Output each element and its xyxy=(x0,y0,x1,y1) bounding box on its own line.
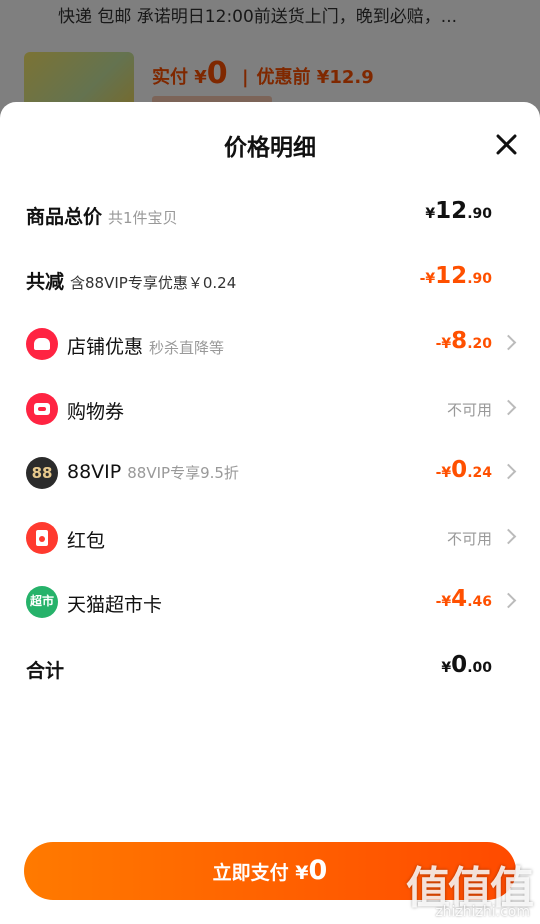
vip-88-icon: 88 xyxy=(26,457,58,489)
watermark-url: zhizhizhi.com xyxy=(435,904,530,920)
row-store-discount[interactable]: 店铺优惠 秒杀直降等 -¥8.20 xyxy=(0,324,540,364)
chevron-right-icon xyxy=(500,592,517,609)
total-label: 合计 xyxy=(26,660,65,682)
chevron-right-icon xyxy=(500,334,517,351)
vip-label: 88VIP 88VIP专享9.5折 xyxy=(67,461,239,483)
red-packet-icon xyxy=(26,522,58,554)
discount-amount: -¥12.90 xyxy=(419,263,492,289)
coupon-label: 购物券 xyxy=(67,401,125,423)
price-detail-sheet: 价格明细 商品总价 共1件宝贝 ¥12.90 共减 含88VIP专享优惠￥0.24 … xyxy=(0,102,540,924)
row-subtotal: 商品总价 共1件宝贝 ¥12.90 xyxy=(0,194,540,234)
store-discount-amount: -¥8.20 xyxy=(435,328,492,354)
chevron-right-icon xyxy=(500,399,517,416)
chevron-right-icon xyxy=(500,528,517,545)
close-icon[interactable] xyxy=(494,132,518,156)
row-discount: 共减 含88VIP专享优惠￥0.24 -¥12.90 xyxy=(0,259,540,299)
row-tmall-card[interactable]: 超市 天猫超市卡 -¥4.46 xyxy=(0,582,540,622)
row-total: 合计 ¥0.00 xyxy=(0,648,540,688)
total-amount: ¥0.00 xyxy=(441,652,492,678)
row-88vip[interactable]: 88 88VIP 88VIP专享9.5折 -¥0.24 xyxy=(0,453,540,493)
subtotal-amount: ¥12.90 xyxy=(425,198,492,224)
tmall-supermarket-icon: 超市 xyxy=(26,586,58,618)
vip-amount: -¥0.24 xyxy=(435,457,492,483)
subtotal-label: 商品总价 共1件宝贝 xyxy=(26,206,178,228)
tmall-card-amount: -¥4.46 xyxy=(435,586,492,612)
tmall-card-label: 天猫超市卡 xyxy=(67,594,163,616)
shop-icon xyxy=(26,328,58,360)
red-packet-status: 不可用 xyxy=(446,530,492,548)
sheet-title: 价格明细 xyxy=(224,135,316,161)
ticket-icon xyxy=(26,393,58,425)
row-coupon[interactable]: 购物券 不可用 xyxy=(0,389,540,429)
discount-label: 共减 含88VIP专享优惠￥0.24 xyxy=(26,271,237,293)
chevron-right-icon xyxy=(500,463,517,480)
store-discount-label: 店铺优惠 秒杀直降等 xyxy=(67,336,225,358)
red-packet-label: 红包 xyxy=(67,530,106,552)
coupon-status: 不可用 xyxy=(446,401,492,419)
row-red-packet[interactable]: 红包 不可用 xyxy=(0,518,540,558)
